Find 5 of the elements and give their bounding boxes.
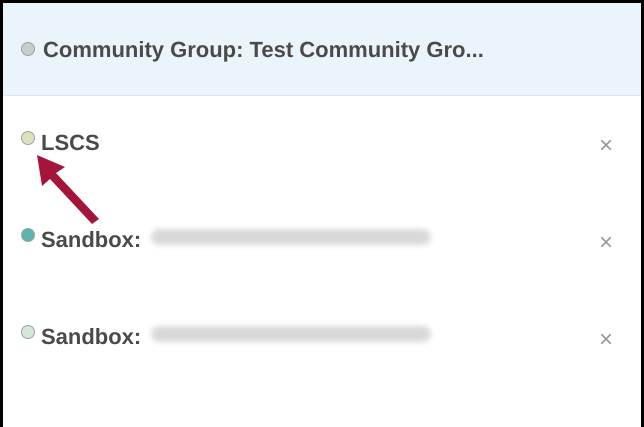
- course-name[interactable]: Sandbox:: [41, 320, 142, 353]
- course-name[interactable]: Sandbox:: [41, 223, 142, 256]
- arrow-annotation: [35, 153, 101, 225]
- course-name[interactable]: LSCS: [41, 126, 100, 159]
- group-title: Community Group: Test Community Gro...: [43, 36, 484, 64]
